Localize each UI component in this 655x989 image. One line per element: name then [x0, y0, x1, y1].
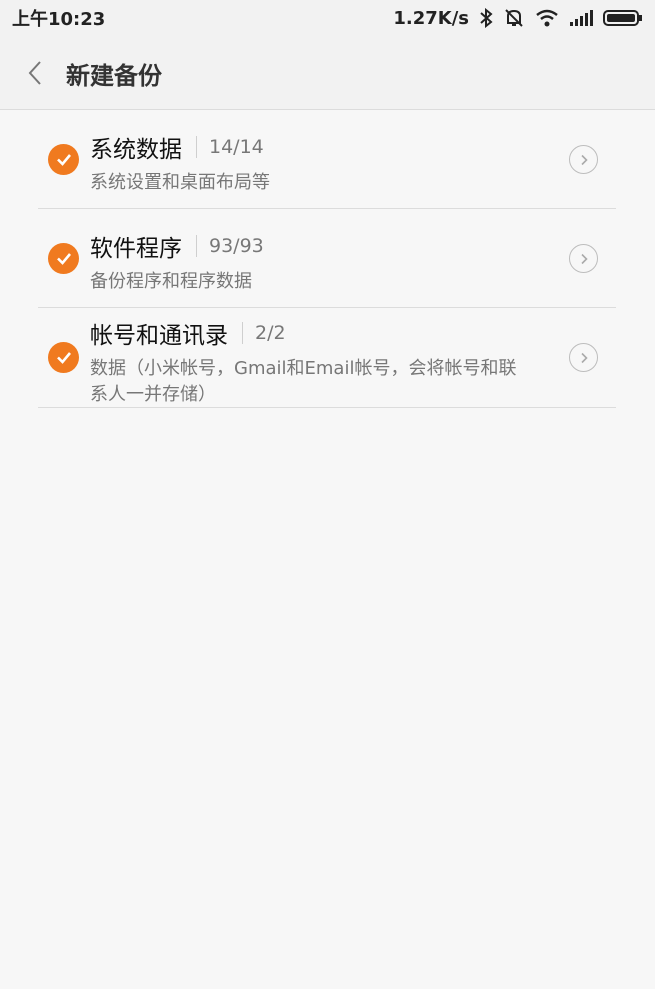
checked-icon[interactable]	[48, 243, 79, 274]
divider	[196, 136, 197, 158]
item-name: 帐号和通讯录	[90, 323, 228, 349]
item-description: 系统设置和桌面布局等	[90, 172, 270, 193]
wifi-icon	[535, 9, 559, 27]
chevron-right-icon[interactable]	[569, 343, 598, 372]
status-time: 上午10:23	[12, 9, 106, 30]
backup-category-list: 系统数据 14/14 系统设置和桌面布局等 软件程序 93/93 备份程序和程序…	[38, 110, 616, 408]
divider	[242, 322, 243, 344]
status-icons: 1.27K/s	[393, 8, 643, 29]
item-description: 数据（小米帐号，Gmail和Email帐号，会将帐号和联系人一并存储）	[90, 358, 517, 405]
mute-icon	[503, 8, 525, 28]
item-count: 93/93	[209, 235, 264, 257]
divider	[196, 235, 197, 257]
item-count: 2/2	[255, 322, 286, 344]
list-item-accounts-contacts[interactable]: 帐号和通讯录 2/2 数据（小米帐号，Gmail和Email帐号，会将帐号和联系…	[38, 308, 616, 408]
checked-icon[interactable]	[48, 342, 79, 373]
signal-icon	[569, 9, 593, 27]
list-item-system-data[interactable]: 系统数据 14/14 系统设置和桌面布局等	[38, 110, 616, 209]
chevron-left-icon[interactable]	[20, 58, 50, 88]
bluetooth-icon	[479, 8, 493, 28]
page-title: 新建备份	[66, 62, 162, 90]
item-count: 14/14	[209, 136, 264, 158]
item-name: 系统数据	[90, 137, 182, 163]
list-item-apps[interactable]: 软件程序 93/93 备份程序和程序数据	[38, 209, 616, 308]
chevron-right-icon[interactable]	[569, 145, 598, 174]
app-header: 新建备份	[0, 36, 655, 110]
chevron-right-icon[interactable]	[569, 244, 598, 273]
status-bar: 上午10:23 1.27K/s	[0, 0, 655, 36]
network-speed: 1.27K/s	[393, 7, 469, 29]
battery-icon	[603, 9, 643, 27]
checked-icon[interactable]	[48, 144, 79, 175]
item-name: 软件程序	[90, 236, 182, 262]
item-description: 备份程序和程序数据	[90, 271, 252, 292]
